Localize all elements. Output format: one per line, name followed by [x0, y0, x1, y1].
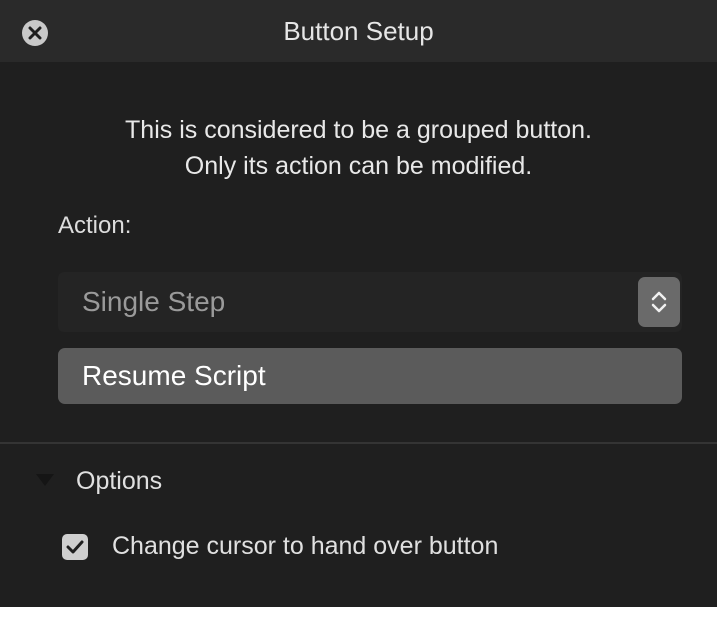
action-label: Action:	[58, 212, 132, 239]
disclosure-triangle-icon[interactable]	[36, 474, 54, 486]
button-setup-dialog: Button Setup This is considered to be a …	[0, 0, 717, 607]
close-button[interactable]	[22, 20, 48, 46]
info-message: This is considered to be a grouped butto…	[0, 112, 717, 184]
checkmark-icon	[66, 540, 84, 554]
title-bar: Button Setup	[0, 0, 717, 62]
options-label: Options	[76, 467, 163, 495]
chevron-up-down-icon[interactable]	[638, 277, 680, 327]
info-message-line-2: Only its action can be modified.	[184, 152, 533, 180]
info-message-line-1: This is considered to be a grouped butto…	[125, 116, 592, 144]
action-popup-value: Single Step	[82, 286, 226, 317]
change-cursor-checkbox[interactable]	[62, 534, 88, 560]
menu-item-resume-script[interactable]: Resume Script	[58, 348, 682, 404]
action-popup-button[interactable]: Single Step	[58, 272, 682, 332]
close-icon	[28, 26, 42, 40]
section-divider	[0, 442, 717, 444]
change-cursor-label: Change cursor to hand over button	[112, 532, 499, 560]
menu-item-label: Resume Script	[82, 360, 266, 391]
window-title: Button Setup	[283, 16, 434, 46]
